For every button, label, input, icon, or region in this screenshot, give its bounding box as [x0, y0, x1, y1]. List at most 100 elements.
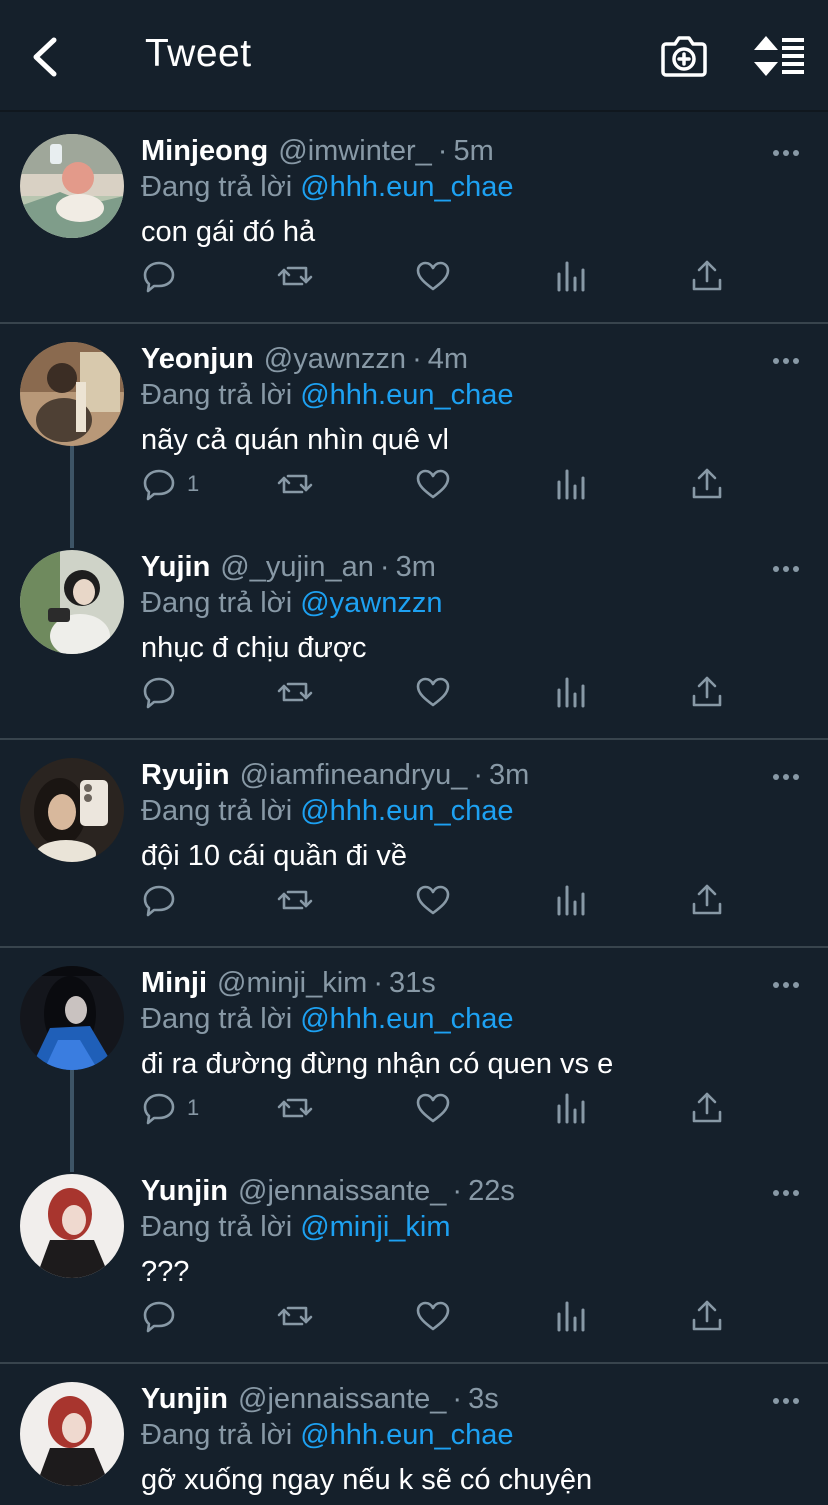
- avatar[interactable]: [20, 550, 124, 654]
- like-button[interactable]: [415, 1296, 451, 1336]
- more-options-button[interactable]: [772, 1184, 800, 1196]
- tweet-text: đi ra đường đừng nhận có quen vs e: [141, 1048, 614, 1080]
- more-dots-icon: [773, 358, 799, 364]
- share-icon: [692, 468, 722, 499]
- tweet-meta: Minji @minji_kim · 31s: [141, 965, 748, 1001]
- username[interactable]: @jennaissante_: [238, 1383, 446, 1415]
- retweet-button[interactable]: [276, 256, 314, 296]
- analytics-button[interactable]: [554, 672, 588, 712]
- tweet-item[interactable]: Ryujin @iamfineandryu_ · 3m Đang trả lời @hh…: [0, 738, 828, 946]
- share-button[interactable]: [690, 464, 724, 504]
- reply-button[interactable]: [141, 1296, 187, 1336]
- like-button[interactable]: [415, 1088, 451, 1128]
- timestamp: 31s: [389, 967, 436, 999]
- tweet-item[interactable]: Yunjin @jennaissante_ · 3s Đang trả lời @hhh…: [0, 1362, 828, 1505]
- username[interactable]: @imwinter_: [278, 135, 432, 167]
- analytics-button[interactable]: [554, 464, 588, 504]
- username[interactable]: @jennaissante_: [238, 1175, 446, 1207]
- share-button[interactable]: [690, 1296, 724, 1336]
- like-button[interactable]: [415, 672, 451, 712]
- action-bar: [0, 880, 828, 924]
- like-button[interactable]: [415, 256, 451, 296]
- avatar[interactable]: [20, 1174, 124, 1278]
- retweet-button[interactable]: [276, 464, 314, 504]
- more-options-button[interactable]: [772, 768, 800, 780]
- share-button[interactable]: [690, 672, 724, 712]
- username[interactable]: @yawnzzn: [264, 343, 406, 375]
- tweet-item[interactable]: Yeonjun @yawnzzn · 4m Đang trả lời @hhh.eun_…: [0, 322, 828, 530]
- more-options-button[interactable]: [772, 560, 800, 572]
- like-button[interactable]: [415, 464, 451, 504]
- analytics-button[interactable]: [554, 1296, 588, 1336]
- reply-button[interactable]: 1: [141, 464, 199, 504]
- more-options-button[interactable]: [772, 352, 800, 364]
- tweet-meta: Yunjin @jennaissante_ · 22s: [141, 1173, 748, 1209]
- like-button[interactable]: [415, 880, 451, 920]
- reply-button[interactable]: [141, 880, 187, 920]
- timestamp: 3m: [489, 759, 530, 791]
- display-name[interactable]: Minji: [141, 967, 207, 999]
- reply-button[interactable]: [141, 256, 187, 296]
- more-options-button[interactable]: [772, 1392, 800, 1404]
- avatar[interactable]: [20, 758, 124, 862]
- reply-to-link[interactable]: @yawnzzn: [300, 587, 442, 619]
- analytics-button[interactable]: [554, 1088, 588, 1128]
- reply-to-link[interactable]: @minji_kim: [300, 1211, 450, 1243]
- sort-button[interactable]: [752, 34, 806, 78]
- tweet-item[interactable]: Minji @minji_kim · 31s Đang trả lời @hhh.eun…: [0, 946, 828, 1154]
- tweet-item[interactable]: Yunjin @jennaissante_ · 22s Đang trả lời @mi…: [0, 1154, 828, 1362]
- separator-dot: ·: [373, 967, 384, 999]
- reply-button[interactable]: 1: [141, 1088, 199, 1128]
- analytics-icon: [557, 885, 585, 916]
- retweet-button[interactable]: [276, 1088, 314, 1128]
- heart-icon: [416, 1301, 450, 1331]
- reply-button[interactable]: [141, 672, 187, 712]
- retweet-icon: [277, 1306, 313, 1326]
- more-options-button[interactable]: [772, 976, 800, 988]
- replying-to-line: Đang trả lời @hhh.eun_chae: [141, 377, 513, 413]
- reply-to-link[interactable]: @hhh.eun_chae: [300, 379, 513, 411]
- avatar[interactable]: [20, 134, 124, 238]
- timestamp: 3m: [395, 551, 436, 583]
- display-name[interactable]: Minjeong: [141, 135, 268, 167]
- replying-to-line: Đang trả lời @yawnzzn: [141, 585, 442, 621]
- camera-button[interactable]: [660, 34, 708, 78]
- tweet-item[interactable]: Yujin @_yujin_an · 3m Đang trả lời @yawnzzn …: [0, 530, 828, 738]
- display-name[interactable]: Yeonjun: [141, 343, 254, 375]
- retweet-button[interactable]: [276, 1296, 314, 1336]
- display-name[interactable]: Yunjin: [141, 1383, 228, 1415]
- reply-to-link[interactable]: @hhh.eun_chae: [300, 1419, 513, 1451]
- display-name[interactable]: Yujin: [141, 551, 210, 583]
- action-bar: [0, 256, 828, 300]
- tweet-meta: Minjeong @imwinter_ · 5m: [141, 133, 748, 169]
- share-icon: [692, 1092, 722, 1123]
- retweet-button[interactable]: [276, 672, 314, 712]
- separator-dot: ·: [452, 1383, 463, 1415]
- share-button[interactable]: [690, 256, 724, 296]
- reply-to-link[interactable]: @hhh.eun_chae: [300, 795, 513, 827]
- avatar[interactable]: [20, 342, 124, 446]
- share-button[interactable]: [690, 880, 724, 920]
- avatar[interactable]: [20, 1382, 124, 1486]
- username[interactable]: @minji_kim: [217, 967, 367, 999]
- back-button[interactable]: [24, 30, 68, 84]
- reply-to-link[interactable]: @hhh.eun_chae: [300, 1003, 513, 1035]
- reply-icon: [143, 469, 175, 501]
- analytics-button[interactable]: [554, 880, 588, 920]
- analytics-icon: [557, 261, 585, 292]
- more-dots-icon: [773, 1398, 799, 1404]
- replying-to-label: Đang trả lời: [141, 171, 293, 203]
- reply-to-link[interactable]: @hhh.eun_chae: [300, 171, 513, 203]
- avatar[interactable]: [20, 966, 124, 1070]
- tweet-item[interactable]: Minjeong @imwinter_ · 5m Đang trả lời @hhh.e…: [0, 114, 828, 322]
- display-name[interactable]: Yunjin: [141, 1175, 228, 1207]
- share-button[interactable]: [690, 1088, 724, 1128]
- retweet-icon: [277, 890, 313, 910]
- sort-arrows-icon: [754, 36, 804, 76]
- retweet-button[interactable]: [276, 880, 314, 920]
- display-name[interactable]: Ryujin: [141, 759, 230, 791]
- more-options-button[interactable]: [772, 144, 800, 156]
- username[interactable]: @iamfineandryu_: [240, 759, 468, 791]
- username[interactable]: @_yujin_an: [220, 551, 374, 583]
- analytics-button[interactable]: [554, 256, 588, 296]
